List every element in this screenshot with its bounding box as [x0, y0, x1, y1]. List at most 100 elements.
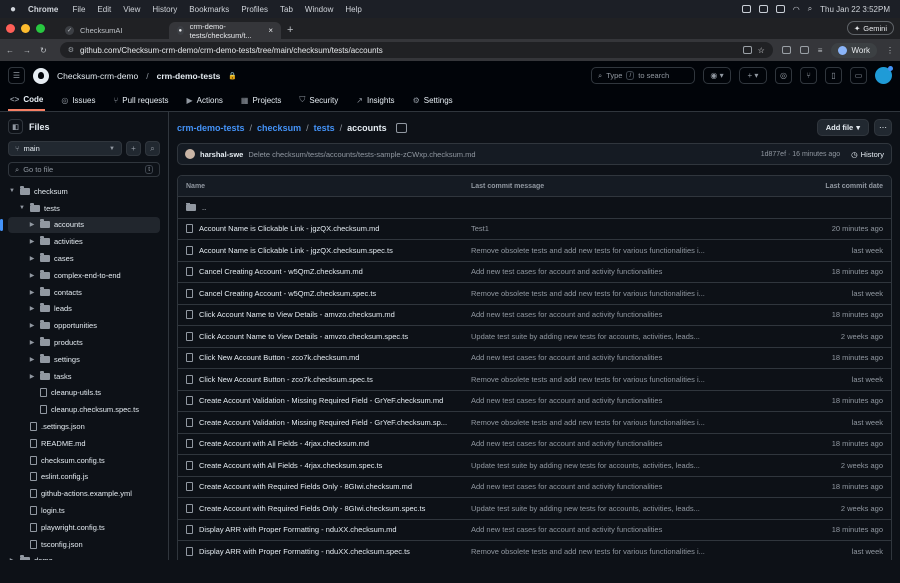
chevron-right-icon[interactable]: ▶	[28, 238, 36, 245]
commit-author[interactable]: harshal-swe	[200, 150, 243, 159]
address-bar[interactable]: ⚙ github.com/Checksum-crm-demo/crm-demo-…	[59, 42, 773, 58]
gemini-button[interactable]: ✦ Gemini	[846, 21, 894, 35]
chevron-right-icon[interactable]: ▶	[28, 373, 36, 380]
commit-message-link[interactable]: Add new test cases for account and activ…	[471, 353, 773, 362]
menu-item-tab[interactable]: Tab	[280, 5, 293, 14]
chevron-right-icon[interactable]: ▶	[28, 322, 36, 329]
commit-message-link[interactable]: Update test suite by adding new tests fo…	[471, 332, 773, 341]
commit-message-link[interactable]: Add new test cases for account and activ…	[471, 267, 773, 276]
commit-message-link[interactable]: Update test suite by adding new tests fo…	[471, 461, 773, 470]
menu-item-edit[interactable]: Edit	[97, 5, 111, 14]
table-row[interactable]: Cancel Creating Account - w5QmZ.checksum…	[178, 282, 891, 304]
branch-selector[interactable]: ⑂ main ▼	[8, 141, 122, 156]
table-row[interactable]: Cancel Creating Account - w5QmZ.checksum…	[178, 260, 891, 283]
table-row[interactable]: Display ARR with Proper Formatting - ndu…	[178, 540, 891, 560]
breadcrumb-link[interactable]: tests	[314, 123, 335, 133]
file-link[interactable]: Account Name is Clickable Link - jgzQX.c…	[199, 224, 379, 233]
commit-message-link[interactable]: Add new test cases for account and activ…	[471, 439, 773, 448]
commit-message[interactable]: Delete checksum/tests/accounts/tests-sam…	[248, 150, 475, 159]
wifi-icon[interactable]: ◠	[793, 5, 800, 14]
tab-pull-requests[interactable]: ⑂ Pull requests	[111, 89, 170, 111]
bookmark-star-icon[interactable]: ☆	[758, 46, 765, 55]
close-tab-icon[interactable]: ×	[268, 26, 273, 35]
tree-item[interactable]: ▶ demo	[8, 553, 160, 560]
chevron-down-icon[interactable]: ▼	[18, 205, 26, 211]
browser-tab-checksumai[interactable]: ✓ ChecksumAI	[57, 22, 169, 39]
reload-icon[interactable]: ↻	[40, 46, 47, 55]
datetime[interactable]: Thu Jan 22 3:52PM	[820, 5, 890, 14]
menu-dots-icon[interactable]: ⋮	[886, 46, 894, 55]
cast-icon[interactable]	[742, 46, 752, 54]
forward-icon[interactable]: →	[23, 46, 31, 55]
commit-message-link[interactable]: Add new test cases for account and activ…	[471, 482, 773, 491]
site-info-icon[interactable]: ⚙	[68, 46, 74, 54]
commit-message-link[interactable]: Update test suite by adding new tests fo…	[471, 504, 773, 513]
commit-message-link[interactable]: Remove obsolete tests and add new tests …	[471, 375, 773, 384]
file-link[interactable]: Create Account Validation - Missing Requ…	[199, 418, 447, 427]
maximize-window-button[interactable]	[36, 24, 45, 33]
file-link[interactable]: Cancel Creating Account - w5QmZ.checksum…	[199, 267, 363, 276]
menu-item-bookmarks[interactable]: Bookmarks	[189, 5, 229, 14]
extensions-icon[interactable]	[781, 46, 791, 54]
tree-item[interactable]: ▶ settings	[8, 351, 160, 368]
file-link[interactable]: Cancel Creating Account - w5QmZ.checksum…	[199, 289, 376, 298]
tree-item[interactable]: login.ts	[8, 502, 160, 519]
close-window-button[interactable]	[6, 24, 15, 33]
tree-item[interactable]: ▼ tests	[8, 200, 160, 217]
search-input[interactable]: ⌕ Type / to search	[591, 67, 695, 84]
table-row[interactable]: Click New Account Button - zco7k.checksu…	[178, 346, 891, 369]
tree-item[interactable]: cleanup-utils.ts	[8, 385, 160, 402]
table-row[interactable]: Create Account with Required Fields Only…	[178, 497, 891, 519]
tree-item[interactable]: README.md	[8, 435, 160, 452]
tab-issues[interactable]: ◎ Issues	[59, 89, 97, 111]
commit-message-link[interactable]: Remove obsolete tests and add new tests …	[471, 289, 773, 298]
tree-item[interactable]: ▶ activities	[8, 233, 160, 250]
hamburger-menu-icon[interactable]: ☰	[8, 67, 25, 84]
table-row[interactable]: Create Account Validation - Missing Requ…	[178, 411, 891, 433]
file-link[interactable]: Create Account with Required Fields Only…	[199, 504, 425, 513]
table-row[interactable]: Click Account Name to View Details - amv…	[178, 325, 891, 347]
new-tab-button[interactable]: +	[287, 24, 293, 36]
file-link[interactable]: Create Account with All Fields - 4rjax.c…	[199, 461, 382, 470]
breadcrumb-link[interactable]: crm-demo-tests	[177, 123, 245, 133]
search-files-icon[interactable]: ⌕	[145, 141, 160, 156]
table-row[interactable]: Create Account with Required Fields Only…	[178, 475, 891, 498]
chevron-right-icon[interactable]: ▶	[28, 221, 36, 228]
reading-list-icon[interactable]: ≡	[818, 46, 823, 55]
tree-item[interactable]: ▶ contacts	[8, 284, 160, 301]
tab-insights[interactable]: ↗ Insights	[354, 89, 396, 111]
chevron-right-icon[interactable]: ▶	[28, 339, 36, 346]
menu-item-profiles[interactable]: Profiles	[241, 5, 268, 14]
menu-app-name[interactable]: Chrome	[28, 5, 58, 14]
file-link[interactable]: Click New Account Button - zco7k.checksu…	[199, 353, 359, 362]
table-row[interactable]: Click New Account Button - zco7k.checksu…	[178, 368, 891, 390]
commit-meta[interactable]: 1d877ef · 16 minutes ago	[761, 151, 840, 158]
table-row[interactable]: Account Name is Clickable Link - jgzQX.c…	[178, 217, 891, 240]
file-link[interactable]: Click Account Name to View Details - amv…	[199, 310, 395, 319]
chevron-right-icon[interactable]: ▶	[28, 289, 36, 296]
breadcrumb-link[interactable]: checksum	[257, 123, 301, 133]
tree-item[interactable]: eslint.config.js	[8, 469, 160, 486]
copilot-icon[interactable]: ◉ ▾	[703, 67, 731, 84]
chevron-right-icon[interactable]: ▶	[8, 557, 16, 560]
table-row[interactable]: Create Account with All Fields - 4rjax.c…	[178, 432, 891, 455]
chevron-right-icon[interactable]: ▶	[28, 305, 36, 312]
menu-item-help[interactable]: Help	[345, 5, 361, 14]
file-link[interactable]: Create Account with Required Fields Only…	[199, 482, 412, 491]
commit-message-link[interactable]: Remove obsolete tests and add new tests …	[471, 246, 773, 255]
inbox-icon[interactable]: ▭	[850, 67, 867, 84]
chevron-right-icon[interactable]: ▶	[28, 255, 36, 262]
tree-item[interactable]: ▶ complex-end-to-end	[8, 267, 160, 284]
create-new-icon[interactable]: + ▾	[739, 67, 767, 84]
status-icon[interactable]	[741, 5, 751, 13]
side-panel-icon[interactable]	[799, 46, 809, 54]
chevron-right-icon[interactable]: ▶	[28, 356, 36, 363]
tree-item[interactable]: ▶ accounts	[0, 216, 160, 234]
file-link[interactable]: Display ARR with Proper Formatting - ndu…	[199, 547, 410, 556]
repo-link[interactable]: crm-demo-tests	[157, 71, 221, 81]
file-link[interactable]: Click Account Name to View Details - amv…	[199, 332, 408, 341]
table-row[interactable]: Create Account Validation - Missing Requ…	[178, 389, 891, 412]
table-row[interactable]: Account Name is Clickable Link - jgzQX.c…	[178, 239, 891, 261]
chevron-down-icon[interactable]: ▼	[8, 188, 16, 194]
parent-directory-link[interactable]: ..	[202, 203, 206, 212]
